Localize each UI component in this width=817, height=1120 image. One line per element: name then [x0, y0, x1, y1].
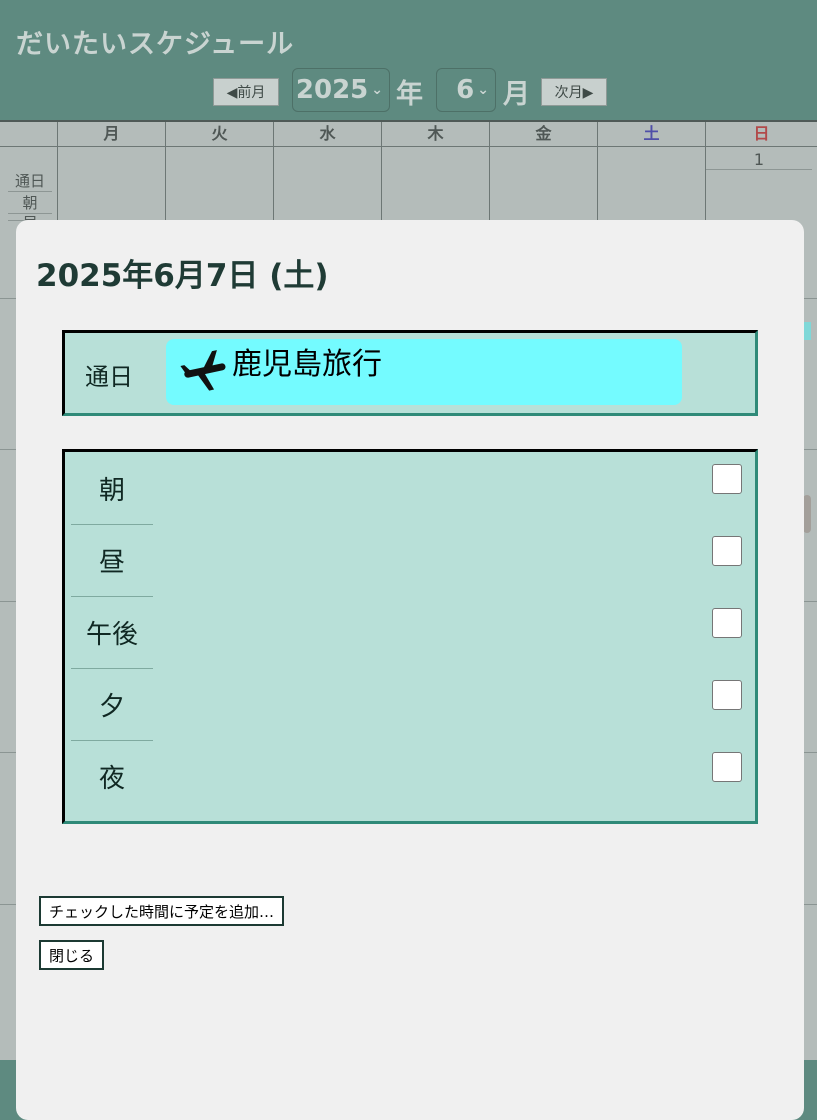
month-unit: 月 [503, 79, 530, 110]
slot-label-afternoon: 午後 [71, 596, 153, 669]
add-to-checked-button[interactable]: チェックした時間に予定を追加… [39, 896, 285, 926]
slot-noon: 昼 [71, 524, 751, 597]
chevron-down-icon: ⌄ [477, 82, 489, 98]
airplane-icon [180, 350, 226, 391]
slot-night: 夜 [71, 740, 751, 812]
weekday-header: 月 火 水 木 金 土 日 [0, 122, 817, 147]
year-select[interactable]: 2025 ⌄ [292, 68, 390, 112]
day-number[interactable]: 1 [706, 150, 812, 170]
weekday-tue: 火 [165, 122, 273, 146]
slot-label-evening: 夕 [71, 668, 153, 741]
slot-checkbox-afternoon[interactable] [712, 608, 742, 638]
slot-evening: 夕 [71, 668, 751, 741]
year-unit: 年 [396, 79, 423, 110]
month-select[interactable]: 6 ⌄ [436, 68, 496, 112]
month-value: 6 [456, 75, 475, 105]
slot-checkbox-night[interactable] [712, 752, 742, 782]
event-marker [803, 322, 811, 340]
slot-label-morning: 朝 [71, 452, 153, 525]
slot-checkbox-noon[interactable] [712, 536, 742, 566]
scrollbar-thumb[interactable] [803, 495, 811, 533]
slot-morning: 朝 [71, 452, 751, 525]
slot-checkbox-morning[interactable] [712, 464, 742, 494]
chevron-down-icon: ⌄ [371, 82, 383, 98]
weekday-sat: 土 [597, 122, 705, 146]
slot-label-night: 夜 [98, 763, 125, 794]
row-label-allday: 通日 [8, 170, 52, 192]
slot-label-noon: 昼 [71, 524, 153, 597]
slot-afternoon: 午後 [71, 596, 751, 669]
dialog-title: 2025年6月7日 (土) [36, 258, 329, 294]
allday-section: 通日 鹿児島旅行 [62, 330, 758, 416]
close-button[interactable]: 閉じる [39, 940, 105, 970]
weekday-sun: 日 [705, 122, 817, 146]
weekday-wed: 水 [273, 122, 381, 146]
app-title: だいたいスケジュール [16, 29, 295, 60]
year-value: 2025 [295, 75, 369, 105]
event-title: 鹿児島旅行 [232, 347, 382, 382]
event-chip[interactable]: 鹿児島旅行 [166, 339, 682, 405]
weekday-fri: 金 [489, 122, 597, 146]
row-label-morning: 朝 [8, 192, 52, 214]
time-slots-section: 朝 昼 午後 夕 夜 [62, 449, 758, 824]
slot-checkbox-evening[interactable] [712, 680, 742, 710]
weekday-mon: 月 [57, 122, 165, 146]
app-header: だいたいスケジュール ◀前月 2025 ⌄ 年 6 ⌄ 月 次月▶ [0, 0, 817, 120]
weekday-thu: 木 [381, 122, 489, 146]
day-detail-dialog: 2025年6月7日 (土) 通日 鹿児島旅行 朝 昼 午後 夕 夜 チェックした… [16, 220, 804, 1120]
prev-month-button[interactable]: ◀前月 [213, 78, 279, 106]
next-month-button[interactable]: 次月▶ [541, 78, 607, 106]
allday-label: 通日 [85, 363, 133, 391]
